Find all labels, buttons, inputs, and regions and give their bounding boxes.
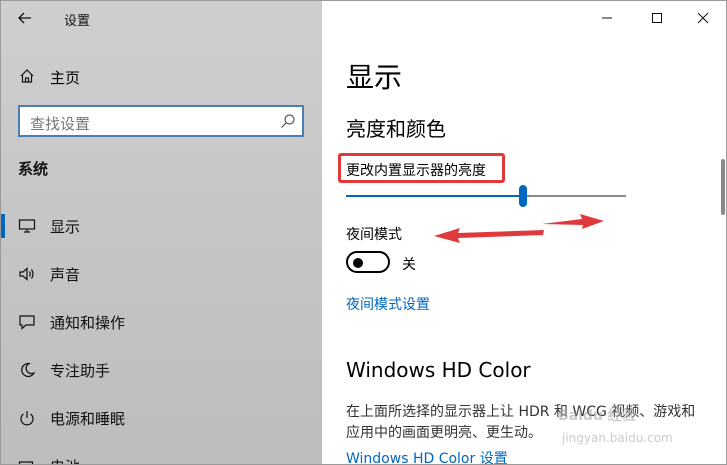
hd-color-description: 在上面所选择的显示器上让 HDR 和 WCG 视频、游戏和应用中的画面更明亮、更… (346, 404, 696, 441)
minimize-icon (602, 17, 612, 19)
close-button[interactable] (680, 1, 726, 35)
sidebar-item-label: 电池 (50, 456, 80, 464)
brightness-slider-thumb[interactable] (519, 185, 527, 207)
speaker-icon (19, 267, 34, 281)
hd-color-settings-link[interactable]: Windows HD Color 设置 (346, 448, 508, 464)
brightness-label: 更改内置显示器的亮度 (346, 163, 486, 179)
sidebar-item-focus-assist[interactable]: 专注助手 (1, 350, 322, 390)
main-content: 显示 亮度和颜色 更改内置显示器的亮度 夜间模式 关 夜间模式设置 Window… (322, 1, 726, 464)
moon-icon (21, 362, 36, 377)
sidebar-item-label: 电源和睡眠 (50, 410, 126, 428)
back-button[interactable] (11, 7, 39, 29)
home-label: 主页 (50, 69, 81, 87)
sidebar-item-notifications[interactable]: 通知和操作 (1, 302, 322, 342)
home-nav-item[interactable]: 主页 (1, 61, 322, 91)
section-title: 亮度和颜色 (346, 117, 446, 141)
home-icon (20, 69, 34, 83)
page-title: 显示 (346, 61, 403, 94)
sidebar-item-battery[interactable]: 电池 (1, 446, 322, 464)
minimize-button[interactable] (584, 1, 630, 35)
sidebar-item-label: 声音 (50, 266, 81, 284)
double-arrow-annotation (434, 214, 604, 243)
brightness-slider-track[interactable] (522, 195, 626, 197)
settings-window: 设置 主页 查找设置 系统 显示 声音 通知和操作 专注助手 电源和睡眠 显示 … (0, 0, 727, 465)
toggle-knob (353, 258, 363, 268)
search-icon[interactable] (280, 113, 296, 129)
search-input[interactable]: 查找设置 (18, 105, 304, 137)
night-light-settings-link[interactable]: 夜间模式设置 (346, 294, 430, 314)
hd-color-title: Windows HD Color (346, 358, 531, 382)
night-light-label: 夜间模式 (346, 227, 402, 243)
monitor-icon (18, 219, 36, 233)
sidebar-item-sound[interactable]: 声音 (1, 254, 322, 294)
power-icon (20, 411, 34, 426)
search-placeholder: 查找设置 (30, 115, 91, 133)
app-title: 设置 (64, 14, 91, 29)
brightness-slider-fill[interactable] (346, 195, 522, 197)
back-arrow-icon (18, 12, 31, 24)
scrollbar[interactable] (721, 159, 725, 215)
night-light-toggle[interactable] (346, 251, 390, 273)
sidebar-item-label: 专注助手 (50, 362, 111, 380)
maximize-button[interactable] (634, 1, 680, 35)
sidebar-item-label: 显示 (50, 218, 81, 236)
battery-icon (18, 461, 34, 464)
night-light-state: 关 (402, 257, 416, 273)
sidebar-item-display[interactable]: 显示 (1, 206, 322, 246)
sidebar-section-title: 系统 (18, 160, 49, 178)
maximize-icon (652, 13, 662, 23)
close-icon (697, 12, 709, 24)
message-icon (19, 315, 35, 330)
sidebar: 设置 主页 查找设置 系统 显示 声音 通知和操作 专注助手 电源和睡眠 (1, 1, 322, 464)
sidebar-item-label: 通知和操作 (50, 314, 126, 332)
titlebar: 设置 (1, 1, 322, 35)
sidebar-item-power-sleep[interactable]: 电源和睡眠 (1, 398, 322, 438)
